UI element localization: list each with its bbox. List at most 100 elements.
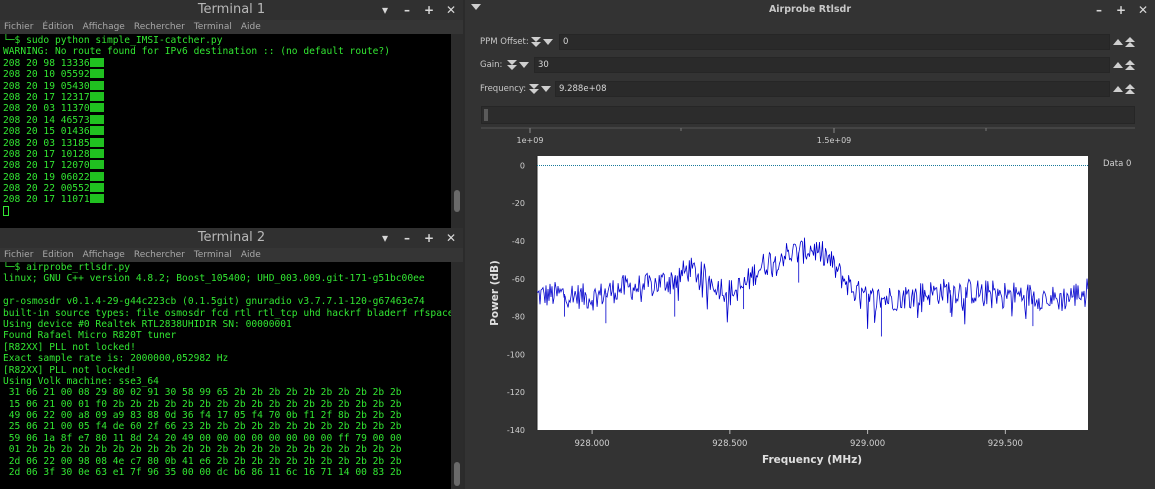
terminal-line: Exact sample rate is: 2000000,052982 Hz (3, 353, 229, 365)
minimize-icon[interactable]: – (401, 0, 413, 20)
freq-up-icon[interactable] (1113, 83, 1123, 95)
imsi-line: 208 20 17 12070 (3, 160, 90, 172)
highlight-block (89, 171, 104, 181)
terminal-2-window[interactable]: Terminal 2 ▾ – + ✕ Fichier Edition Affic… (0, 228, 463, 489)
highlight-block (89, 194, 104, 204)
freq-down-icon[interactable] (541, 83, 551, 95)
terminal-1-scrollbar[interactable] (451, 34, 463, 228)
x-axis-label: Frequency (MHz) (762, 454, 862, 466)
ppm-up-icon[interactable] (1113, 36, 1123, 48)
hex-dump-line: 25 06 21 00 05 f4 de 60 2f 66 23 2b 2b 2… (3, 421, 402, 433)
gain-down-icon[interactable] (519, 59, 529, 71)
frequency-label: Frequency: (480, 84, 527, 94)
maximize-icon[interactable]: + (423, 228, 435, 248)
highlight-block (89, 103, 104, 113)
terminal-1-menubar: Fichier Édition Affichage Rechercher Ter… (0, 20, 463, 34)
maximize-icon[interactable]: + (1115, 0, 1127, 20)
close-icon[interactable]: ✕ (445, 0, 457, 20)
terminal-2-titlebar[interactable]: Terminal 2 ▾ – + ✕ (0, 228, 463, 248)
hex-dump-line: 31 06 21 00 08 29 80 02 91 30 58 99 65 2… (3, 387, 402, 399)
menu-edition[interactable]: Edition (42, 248, 73, 262)
freq-fast-up-icon[interactable] (1125, 83, 1135, 95)
ppm-down-icon[interactable] (543, 36, 553, 48)
ppm-fast-down-icon[interactable] (531, 36, 541, 48)
terminal-cursor (3, 205, 9, 216)
minimize-icon[interactable]: – (401, 228, 413, 248)
terminal-line: gr-osmosdr v0.1.4-29-g44c223cb (0.1.5git… (3, 296, 425, 308)
terminal-line: built-in source types: file osmosdr fcd … (3, 307, 451, 319)
plot-area (537, 156, 1088, 430)
scrollbar-thumb[interactable] (454, 462, 460, 486)
airprobe-title: Airprobe Rtlsdr (768, 4, 852, 15)
frequency-row: Frequency: (478, 80, 1138, 98)
terminal-2-output[interactable]: └─$ airprobe_rtlsdr.py linux; GNU C++ ve… (0, 262, 451, 489)
highlight-block (89, 126, 104, 136)
menu-aide[interactable]: Aide (241, 20, 261, 34)
highlight-block (89, 160, 104, 170)
hex-dump-line: 15 06 21 00 01 f0 2b 2b 2b 2b 2b 2b 2b 2… (3, 398, 402, 410)
frequency-slider-handle[interactable] (484, 109, 488, 121)
menu-edition[interactable]: Édition (42, 20, 73, 34)
spectrum-plot[interactable]: 0 -20 -40 -60 -80 -100 -120 -140 928.000 928.500… (465, 148, 1155, 478)
imsi-line: 208 20 03 13185 (3, 137, 90, 149)
imsi-line: 208 20 22 00552 (3, 183, 90, 195)
frequency-slider[interactable] (481, 106, 1135, 124)
airprobe-titlebar[interactable]: Airprobe Rtlsdr – + ✕ (465, 0, 1155, 20)
ppm-offset-input[interactable] (559, 34, 1110, 50)
ppm-fast-up-icon[interactable] (1125, 36, 1135, 48)
terminal-1-output[interactable]: └─$ sudo python simple_IMSI-catcher.py W… (0, 34, 451, 228)
window-menu-icon[interactable]: ▾ (379, 228, 391, 248)
terminal-2-scrollbar[interactable] (451, 262, 463, 489)
y-tick-label: -60 (512, 275, 525, 284)
highlight-block (89, 183, 104, 193)
terminal-1-titlebar[interactable]: Terminal 1 ▾ – + ✕ (0, 0, 463, 20)
menu-rechercher[interactable]: Rechercher (134, 20, 185, 34)
y-tick-label: -120 (507, 388, 525, 397)
minimize-icon[interactable]: – (1093, 0, 1105, 20)
menu-fichier[interactable]: Fichier (4, 248, 33, 262)
imsi-line: 208 20 15 01436 (3, 126, 90, 138)
x-axis-ticks: 928.000 928.500 929.000 929.500 (575, 430, 1023, 449)
menu-affichage[interactable]: Affichage (83, 248, 125, 262)
ppm-offset-label: PPM Offset: (480, 37, 529, 47)
menu-rechercher[interactable]: Rechercher (134, 248, 185, 262)
gain-up-icon[interactable] (1113, 59, 1123, 71)
gain-fast-down-icon[interactable] (507, 59, 517, 71)
close-icon[interactable]: ✕ (445, 228, 457, 248)
terminal-line: └─$ sudo python simple_IMSI-catcher.py (3, 35, 223, 46)
gain-fast-up-icon[interactable] (1125, 59, 1135, 71)
imsi-line: 208 20 19 06022 (3, 171, 90, 183)
hex-dump-line: 2d 06 3f 30 0e 63 e1 7f 96 35 00 00 dc b… (3, 467, 402, 479)
terminal-line: linux; GNU C++ version 4.8.2; Boost_1054… (3, 273, 425, 285)
menu-terminal[interactable]: Terminal (194, 248, 232, 262)
menu-affichage[interactable]: Affichage (83, 20, 125, 34)
y-axis-ticks: 0 -20 -40 -60 -80 -100 -120 -140 (507, 161, 525, 435)
hex-dump-line: 2d 06 22 00 98 08 4e c7 80 0b 41 e6 2b 2… (3, 455, 402, 467)
terminal-1-window[interactable]: Terminal 1 ▾ – + ✕ Fichier Édition Affic… (0, 0, 463, 228)
scrollbar-thumb[interactable] (454, 190, 460, 212)
menu-fichier[interactable]: Fichier (4, 20, 33, 34)
frequency-input[interactable] (555, 81, 1110, 97)
maximize-icon[interactable]: + (423, 0, 435, 20)
terminal-line: └─$ airprobe_rtlsdr.py (3, 262, 131, 273)
gain-input[interactable] (534, 57, 1110, 73)
legend-entry: Data 0 (1103, 159, 1131, 169)
airprobe-window[interactable]: Airprobe Rtlsdr – + ✕ PPM Offset: Gain: (465, 0, 1155, 489)
menu-aide[interactable]: Aide (241, 248, 261, 262)
window-menu-icon[interactable]: ▾ (379, 0, 391, 20)
terminal-line: WARNING: No route found for IPv6 destina… (3, 46, 390, 58)
highlight-block (89, 69, 104, 79)
y-axis-label: Power (dB) (489, 260, 501, 326)
menu-terminal[interactable]: Terminal (194, 20, 232, 34)
hex-dump-line: 49 06 22 00 a8 09 a9 83 88 0d 36 f4 17 0… (3, 410, 402, 422)
x-tick-label: 929.000 (850, 439, 885, 449)
freq-fast-down-icon[interactable] (529, 83, 539, 95)
slider-tick-label: 1.5e+09 (817, 136, 852, 145)
imsi-line: 208 20 98 13336 (3, 57, 90, 69)
highlight-block (89, 80, 104, 90)
close-icon[interactable]: ✕ (1137, 0, 1149, 20)
imsi-line: 208 20 03 11370 (3, 103, 90, 115)
terminal-2-menubar: Fichier Edition Affichage Rechercher Ter… (0, 248, 463, 262)
slider-tick-label: 1e+09 (517, 136, 544, 145)
